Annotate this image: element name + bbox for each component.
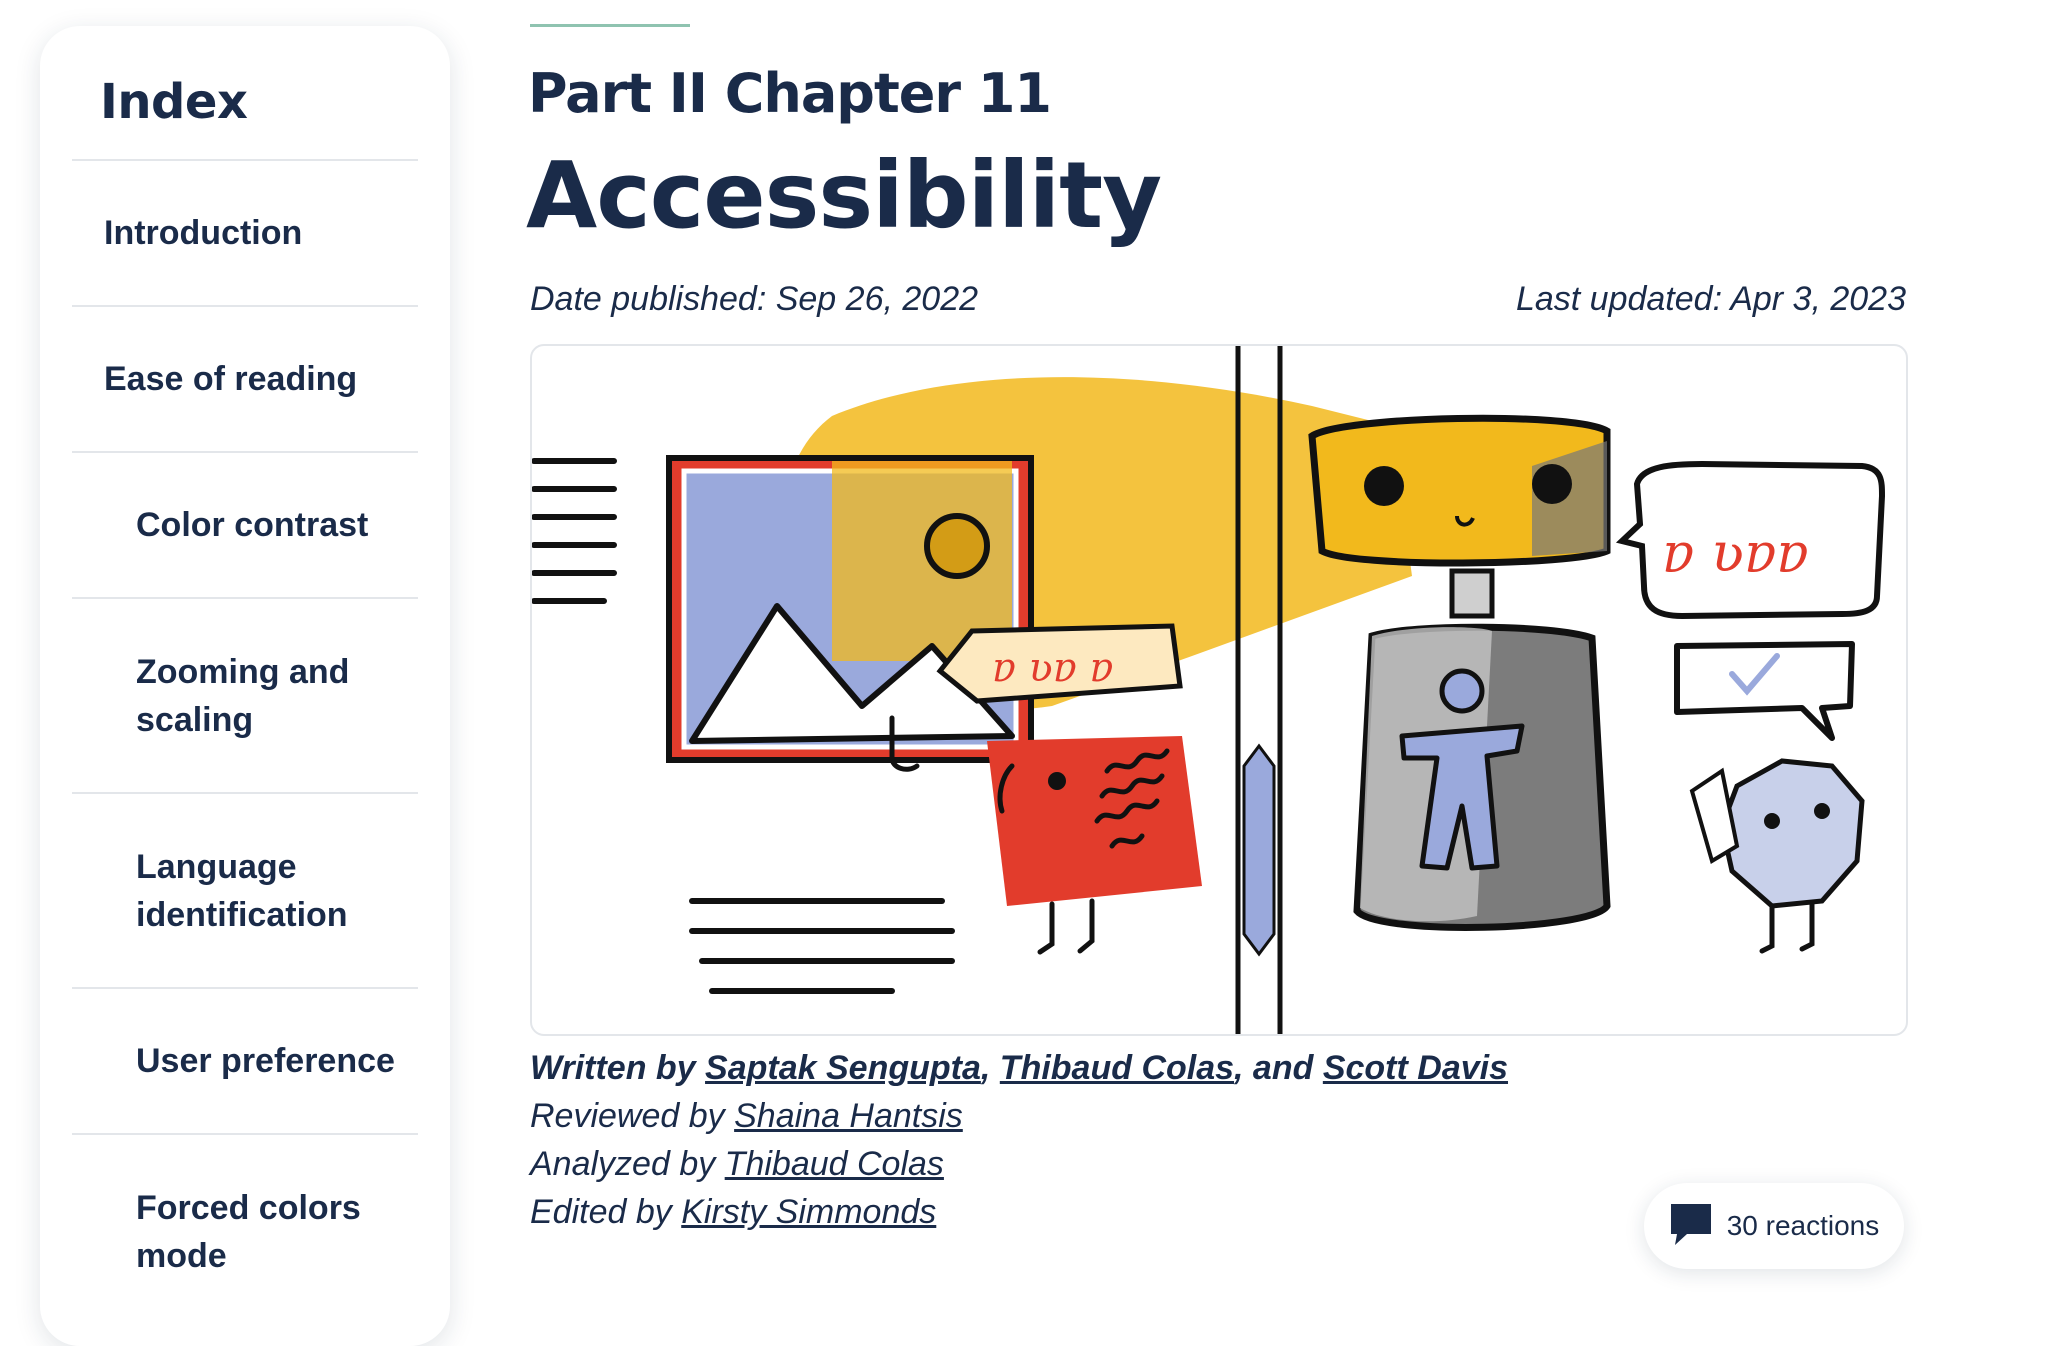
index-item-label[interactable]: Ease of reading: [104, 355, 357, 403]
index-item-label[interactable]: Zooming and scaling: [136, 648, 376, 744]
page-title: Accessibility: [526, 142, 1162, 249]
author-link[interactable]: Thibaud Colas: [1000, 1049, 1234, 1087]
index-item-label[interactable]: Introduction: [104, 209, 302, 257]
bubble-scribble: ɐ ʋɐɐ: [1662, 521, 1809, 584]
accent-rule: [530, 24, 690, 27]
index-title: Index: [100, 74, 248, 130]
index-item-zooming-and-scaling[interactable]: Zooming and scaling: [72, 597, 418, 792]
analyzed-by-line: Analyzed by Thibaud Colas: [530, 1140, 1508, 1188]
hero-illustration: ɐ ʋɐ ɐ ɐ ʋɐɐ: [530, 344, 1908, 1036]
index-item-language-identification[interactable]: Language identification: [72, 792, 418, 987]
author-separator: ,: [980, 1049, 1000, 1087]
analyst-link[interactable]: Thibaud Colas: [725, 1145, 944, 1183]
index-item-ease-of-reading[interactable]: Ease of reading: [72, 305, 418, 451]
written-by-prefix: Written by: [530, 1049, 706, 1087]
date-published: Date published: Sep 26, 2022: [530, 280, 979, 318]
index-item-label[interactable]: Forced colors mode: [136, 1184, 376, 1280]
index-item-introduction[interactable]: Introduction: [72, 159, 418, 305]
analyzed-by-prefix: Analyzed by: [530, 1145, 725, 1183]
edited-by-prefix: Edited by: [530, 1193, 682, 1231]
reviewed-by-line: Reviewed by Shaina Hantsis: [530, 1092, 1508, 1140]
author-separator: , and: [1234, 1049, 1323, 1087]
reactions-count: 30 reactions: [1726, 1210, 1880, 1241]
author-link[interactable]: Scott Davis: [1323, 1049, 1508, 1087]
author-link[interactable]: Saptak Sengupta: [705, 1049, 981, 1087]
comment-icon: [1669, 1202, 1713, 1251]
reactions-button[interactable]: 30 reactions: [1644, 1183, 1904, 1269]
tag-scribble: ɐ ʋɐ ɐ: [992, 645, 1113, 691]
written-by-line: Written by Saptak Sengupta, Thibaud Cola…: [530, 1044, 1508, 1092]
credits: Written by Saptak Sengupta, Thibaud Cola…: [530, 1044, 1508, 1236]
chapter-label: Part II Chapter 11: [528, 62, 1052, 125]
hero-illustration-art: ɐ ʋɐ ɐ ɐ ʋɐɐ: [532, 346, 1886, 1034]
index-item-user-preference[interactable]: User preference: [72, 987, 418, 1133]
index-sidebar: Index Introduction Ease of reading Color…: [40, 26, 450, 1346]
index-list: Introduction Ease of reading Color contr…: [72, 159, 418, 1328]
editor-link[interactable]: Kirsty Simmonds: [681, 1193, 936, 1231]
reviewer-link[interactable]: Shaina Hantsis: [734, 1097, 963, 1135]
reviewed-by-prefix: Reviewed by: [530, 1097, 735, 1135]
index-item-label[interactable]: Language identification: [136, 843, 376, 939]
index-item-color-contrast[interactable]: Color contrast: [72, 451, 418, 597]
index-item-label[interactable]: User preference: [136, 1037, 395, 1085]
index-item-forced-colors-mode[interactable]: Forced colors mode: [72, 1133, 418, 1328]
index-item-label[interactable]: Color contrast: [136, 501, 368, 549]
edited-by-line: Edited by Kirsty Simmonds: [530, 1188, 1508, 1236]
date-updated: Last updated: Apr 3, 2023: [1515, 280, 1906, 318]
